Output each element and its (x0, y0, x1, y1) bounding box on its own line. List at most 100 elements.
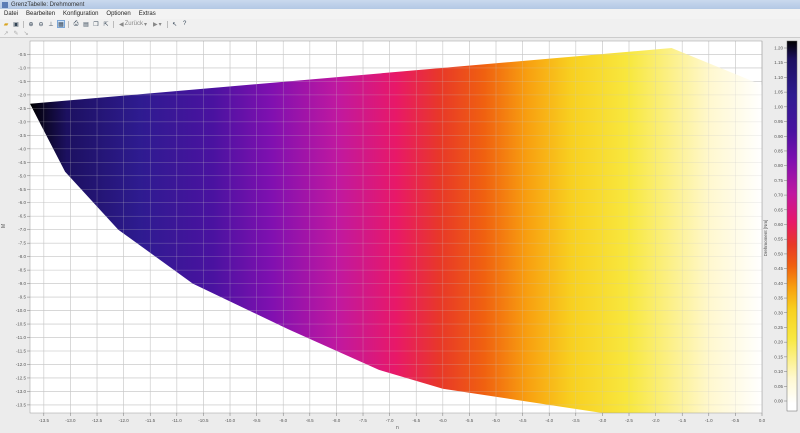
x-tick-label: -2.0 (652, 418, 660, 423)
open-folder-icon[interactable]: ▰ (2, 20, 10, 28)
colorbar-tick-label: 1.10 (774, 75, 783, 80)
colorbar-tick-label: 0.15 (774, 354, 783, 359)
colorbar-axis: 1.20 1.15 1.10 1.05 1.00 0.95 0.90 0.85 0.80 0.75… (774, 46, 787, 404)
separator (166, 20, 168, 28)
colorbar-tick-label: 1.00 (774, 104, 783, 109)
x-tick-label: -7.0 (386, 418, 394, 423)
x-tick-label: -12.5 (92, 418, 103, 423)
back-button[interactable]: ◀ Zurück ▾ (117, 21, 149, 28)
x-tick-label: -10.5 (198, 418, 209, 423)
colorbar-tick-label: 1.05 (774, 90, 783, 95)
secondary-toolbar: ↗ ✎ ↘ (0, 29, 800, 38)
x-axis: -13.5 -13.0 -12.5 -12.0 -11.5 -11.0 -10.5 -10.0… (39, 413, 766, 423)
colorbar-tick-label: 0.00 (774, 399, 783, 404)
zoom-in-icon[interactable]: ⊕ (27, 20, 35, 28)
window-title: GrenzTabelle: Drehmoment (11, 1, 85, 8)
y-tick-label: -4.5 (18, 160, 26, 165)
colorbar-tick-label: 0.65 (774, 207, 783, 212)
y-tick-label: -7.5 (18, 241, 26, 246)
colorbar (786, 40, 798, 412)
x-tick-label: -4.0 (545, 418, 553, 423)
colorbar-tick-label: 0.05 (774, 384, 783, 389)
forward-button[interactable]: ▶ ▾ (151, 21, 164, 28)
x-tick-label: -13.0 (65, 418, 76, 423)
colorbar-tick-label: 0.10 (774, 369, 783, 374)
y-tick-label: -4.0 (18, 146, 26, 151)
y-tick-label: -1.5 (18, 79, 26, 84)
y-tick-label: -5.0 (18, 173, 26, 178)
x-tick-label: -3.5 (572, 418, 580, 423)
y-axis-label: M (1, 224, 7, 228)
y-tick-label: -11.0 (16, 335, 26, 340)
y-tick-label: -11.5 (16, 349, 26, 354)
menu-extras[interactable]: Extras (135, 11, 160, 17)
menu-datei[interactable]: Datei (0, 11, 22, 17)
colorbar-tick-label: 0.35 (774, 296, 783, 301)
x-tick-label: -9.5 (253, 418, 261, 423)
separator (68, 20, 69, 28)
pointer-icon[interactable]: ↖ (171, 20, 179, 28)
colorbar-tick-label: 0.90 (774, 134, 783, 139)
y-tick-label: -3.0 (18, 119, 26, 124)
colorbar-tick-label: 0.75 (774, 178, 783, 183)
colorbar-label: Drehmoment [Nm] (763, 220, 768, 257)
x-tick-label: -11.5 (145, 418, 155, 423)
y-tick-label: -6.0 (18, 200, 26, 205)
zoom-out-icon[interactable]: ⊖ (37, 20, 45, 28)
x-tick-label: -7.5 (359, 418, 367, 423)
y-tick-label: -5.5 (18, 187, 26, 192)
colorbar-tick-label: 0.80 (774, 163, 783, 168)
menu-bar: Datei Bearbeiten Konfiguration Optionen … (0, 9, 800, 19)
tool-icon-3[interactable]: ↘ (22, 29, 30, 37)
x-tick-label: -3.0 (599, 418, 607, 423)
y-tick-label: -2.0 (18, 92, 26, 97)
colorbar-tick-label: 0.50 (774, 251, 783, 256)
colorbar-tick-label: 1.20 (774, 46, 783, 51)
menu-bearbeiten[interactable]: Bearbeiten (22, 11, 59, 17)
y-axis: -0.5 -1.0 -1.5 -2.0 -2.5 -3.0 -3.5 -4.0 -4.5 -5.0… (16, 52, 30, 407)
x-tick-label: -11.0 (172, 418, 182, 423)
title-bar: GrenzTabelle: Drehmoment (0, 0, 800, 9)
x-tick-label: -8.0 (333, 418, 341, 423)
heatmap-chart[interactable]: -13.5 -13.0 -12.5 -12.0 -11.5 -11.0 -10.5 -10.0… (0, 38, 800, 433)
back-label: Zurück (124, 21, 143, 27)
grid-icon[interactable]: ▦ (57, 20, 65, 28)
back-arrow-icon: ◀ (119, 21, 124, 28)
app-icon (2, 1, 8, 8)
print-icon[interactable]: ⎙ (72, 20, 80, 28)
colorbar-tick-label: 0.45 (774, 266, 783, 271)
colorbar-tick-label: 0.85 (774, 148, 783, 153)
export-icon[interactable]: ⇱ (102, 20, 110, 28)
colorbar-tick-label: 0.20 (774, 340, 783, 345)
y-tick-label: -13.5 (16, 402, 27, 407)
x-tick-label: 0.0 (759, 418, 766, 423)
tool-icon-1[interactable]: ↗ (2, 29, 10, 37)
x-tick-label: -5.5 (466, 418, 474, 423)
y-tick-label: -8.0 (18, 254, 26, 259)
x-tick-label: -12.0 (118, 418, 129, 423)
colorbar-tick-label: 0.30 (774, 310, 783, 315)
x-tick-label: -5.0 (492, 418, 500, 423)
tool-icon-2[interactable]: ✎ (12, 29, 20, 37)
menu-konfiguration[interactable]: Konfiguration (59, 11, 102, 17)
colorbar-tick-label: 0.25 (774, 325, 783, 330)
save-icon[interactable]: ▣ (12, 20, 20, 28)
menu-optionen[interactable]: Optionen (102, 11, 134, 17)
print-preview-icon[interactable]: ▤ (82, 20, 90, 28)
y-tick-label: -12.0 (16, 362, 27, 367)
axis-icon[interactable]: ⊥ (47, 20, 55, 28)
x-tick-label: -8.5 (306, 418, 314, 423)
y-tick-label: -1.0 (18, 65, 26, 70)
separator (23, 20, 24, 28)
y-tick-label: -9.0 (18, 281, 26, 286)
colorbar-tick-label: 0.70 (774, 193, 783, 198)
colorbar-tick-label: 1.15 (774, 60, 783, 65)
toolbar: ▰ ▣ ⊕ ⊖ ⊥ ▦ ⎙ ▤ ❐ ⇱ ◀ Zurück ▾ ▶ ▾ ↖ ? (0, 19, 800, 29)
y-tick-label: -8.5 (18, 268, 26, 273)
x-tick-label: -0.5 (732, 418, 740, 423)
x-tick-label: -1.0 (705, 418, 713, 423)
help-icon[interactable]: ? (181, 20, 189, 28)
colorbar-tick-label: 0.60 (774, 222, 783, 227)
y-tick-label: -2.5 (18, 106, 26, 111)
copy-icon[interactable]: ❐ (92, 20, 100, 28)
